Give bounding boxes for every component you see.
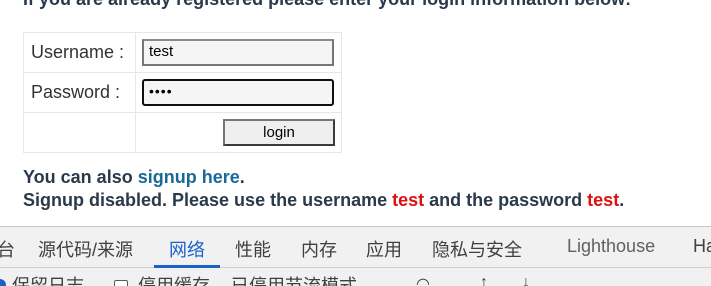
- tab-performance[interactable]: 性能: [235, 236, 271, 262]
- throttle-select[interactable]: 已停用节流模式: [231, 272, 357, 286]
- username-cell: test: [135, 32, 342, 73]
- password-cell: ••••: [135, 72, 342, 113]
- login-button[interactable]: login: [223, 119, 335, 146]
- password-input[interactable]: ••••: [142, 79, 334, 106]
- page: If you are already registered please ent…: [0, 0, 711, 286]
- tab-lighthouse[interactable]: Lighthouse: [567, 236, 655, 257]
- credentials-line: Signup disabled. Please use the username…: [23, 189, 624, 212]
- password-hint: test: [587, 190, 620, 210]
- login-form-table: Username : test Password : •••• login: [23, 32, 342, 153]
- submit-row: login: [23, 112, 342, 153]
- username-input[interactable]: test: [142, 39, 334, 66]
- button-cell: login: [135, 112, 342, 153]
- signup-suffix: .: [239, 167, 245, 187]
- tab-application[interactable]: 应用: [366, 236, 402, 262]
- network-conditions-icon[interactable]: ◠: [416, 274, 430, 286]
- tab-sources[interactable]: 源代码/来源: [38, 236, 133, 262]
- tab-privacy-security[interactable]: 隐私与安全: [432, 236, 522, 262]
- password-row: Password : ••••: [23, 72, 342, 113]
- tab-memory[interactable]: 内存: [301, 236, 337, 262]
- signup-prefix: You can also: [23, 167, 138, 187]
- disable-cache-label[interactable]: 停用缓存: [138, 272, 210, 286]
- signup-notes: You can also signup here. Signup disable…: [23, 166, 624, 212]
- tab-console[interactable]: 台: [0, 236, 15, 262]
- login-instructions: If you are already registered please ent…: [23, 0, 631, 10]
- username-hint: test: [392, 190, 425, 210]
- tab-network[interactable]: 网络: [169, 236, 205, 262]
- record-icon[interactable]: [0, 279, 6, 286]
- preserve-log-label[interactable]: 保留日志: [12, 272, 84, 286]
- disable-cache-checkbox[interactable]: [114, 280, 128, 286]
- devtools-panel: 台 源代码/来源 网络 性能 内存 应用 隐私与安全 Lighthouse Ha…: [0, 226, 711, 286]
- tab-more[interactable]: Ha: [693, 236, 711, 257]
- password-label: Password :: [23, 72, 136, 113]
- username-label: Username :: [23, 32, 136, 73]
- export-har-icon[interactable]: ↓: [522, 274, 530, 286]
- credentials-suffix: .: [619, 190, 625, 210]
- signup-line: You can also signup here.: [23, 166, 624, 189]
- signup-link[interactable]: signup here: [138, 167, 240, 187]
- empty-cell: [23, 112, 136, 153]
- devtools-toolbar: 保留日志 停用缓存 已停用节流模式 ◠ ↑ ↓: [0, 268, 711, 286]
- credentials-prefix: Signup disabled. Please use the username: [23, 190, 393, 210]
- credentials-middle: and the password: [424, 190, 588, 210]
- devtools-tab-bar: 台 源代码/来源 网络 性能 内存 应用 隐私与安全 Lighthouse Ha: [0, 227, 711, 268]
- import-har-icon[interactable]: ↑: [480, 274, 488, 286]
- username-row: Username : test: [23, 32, 342, 73]
